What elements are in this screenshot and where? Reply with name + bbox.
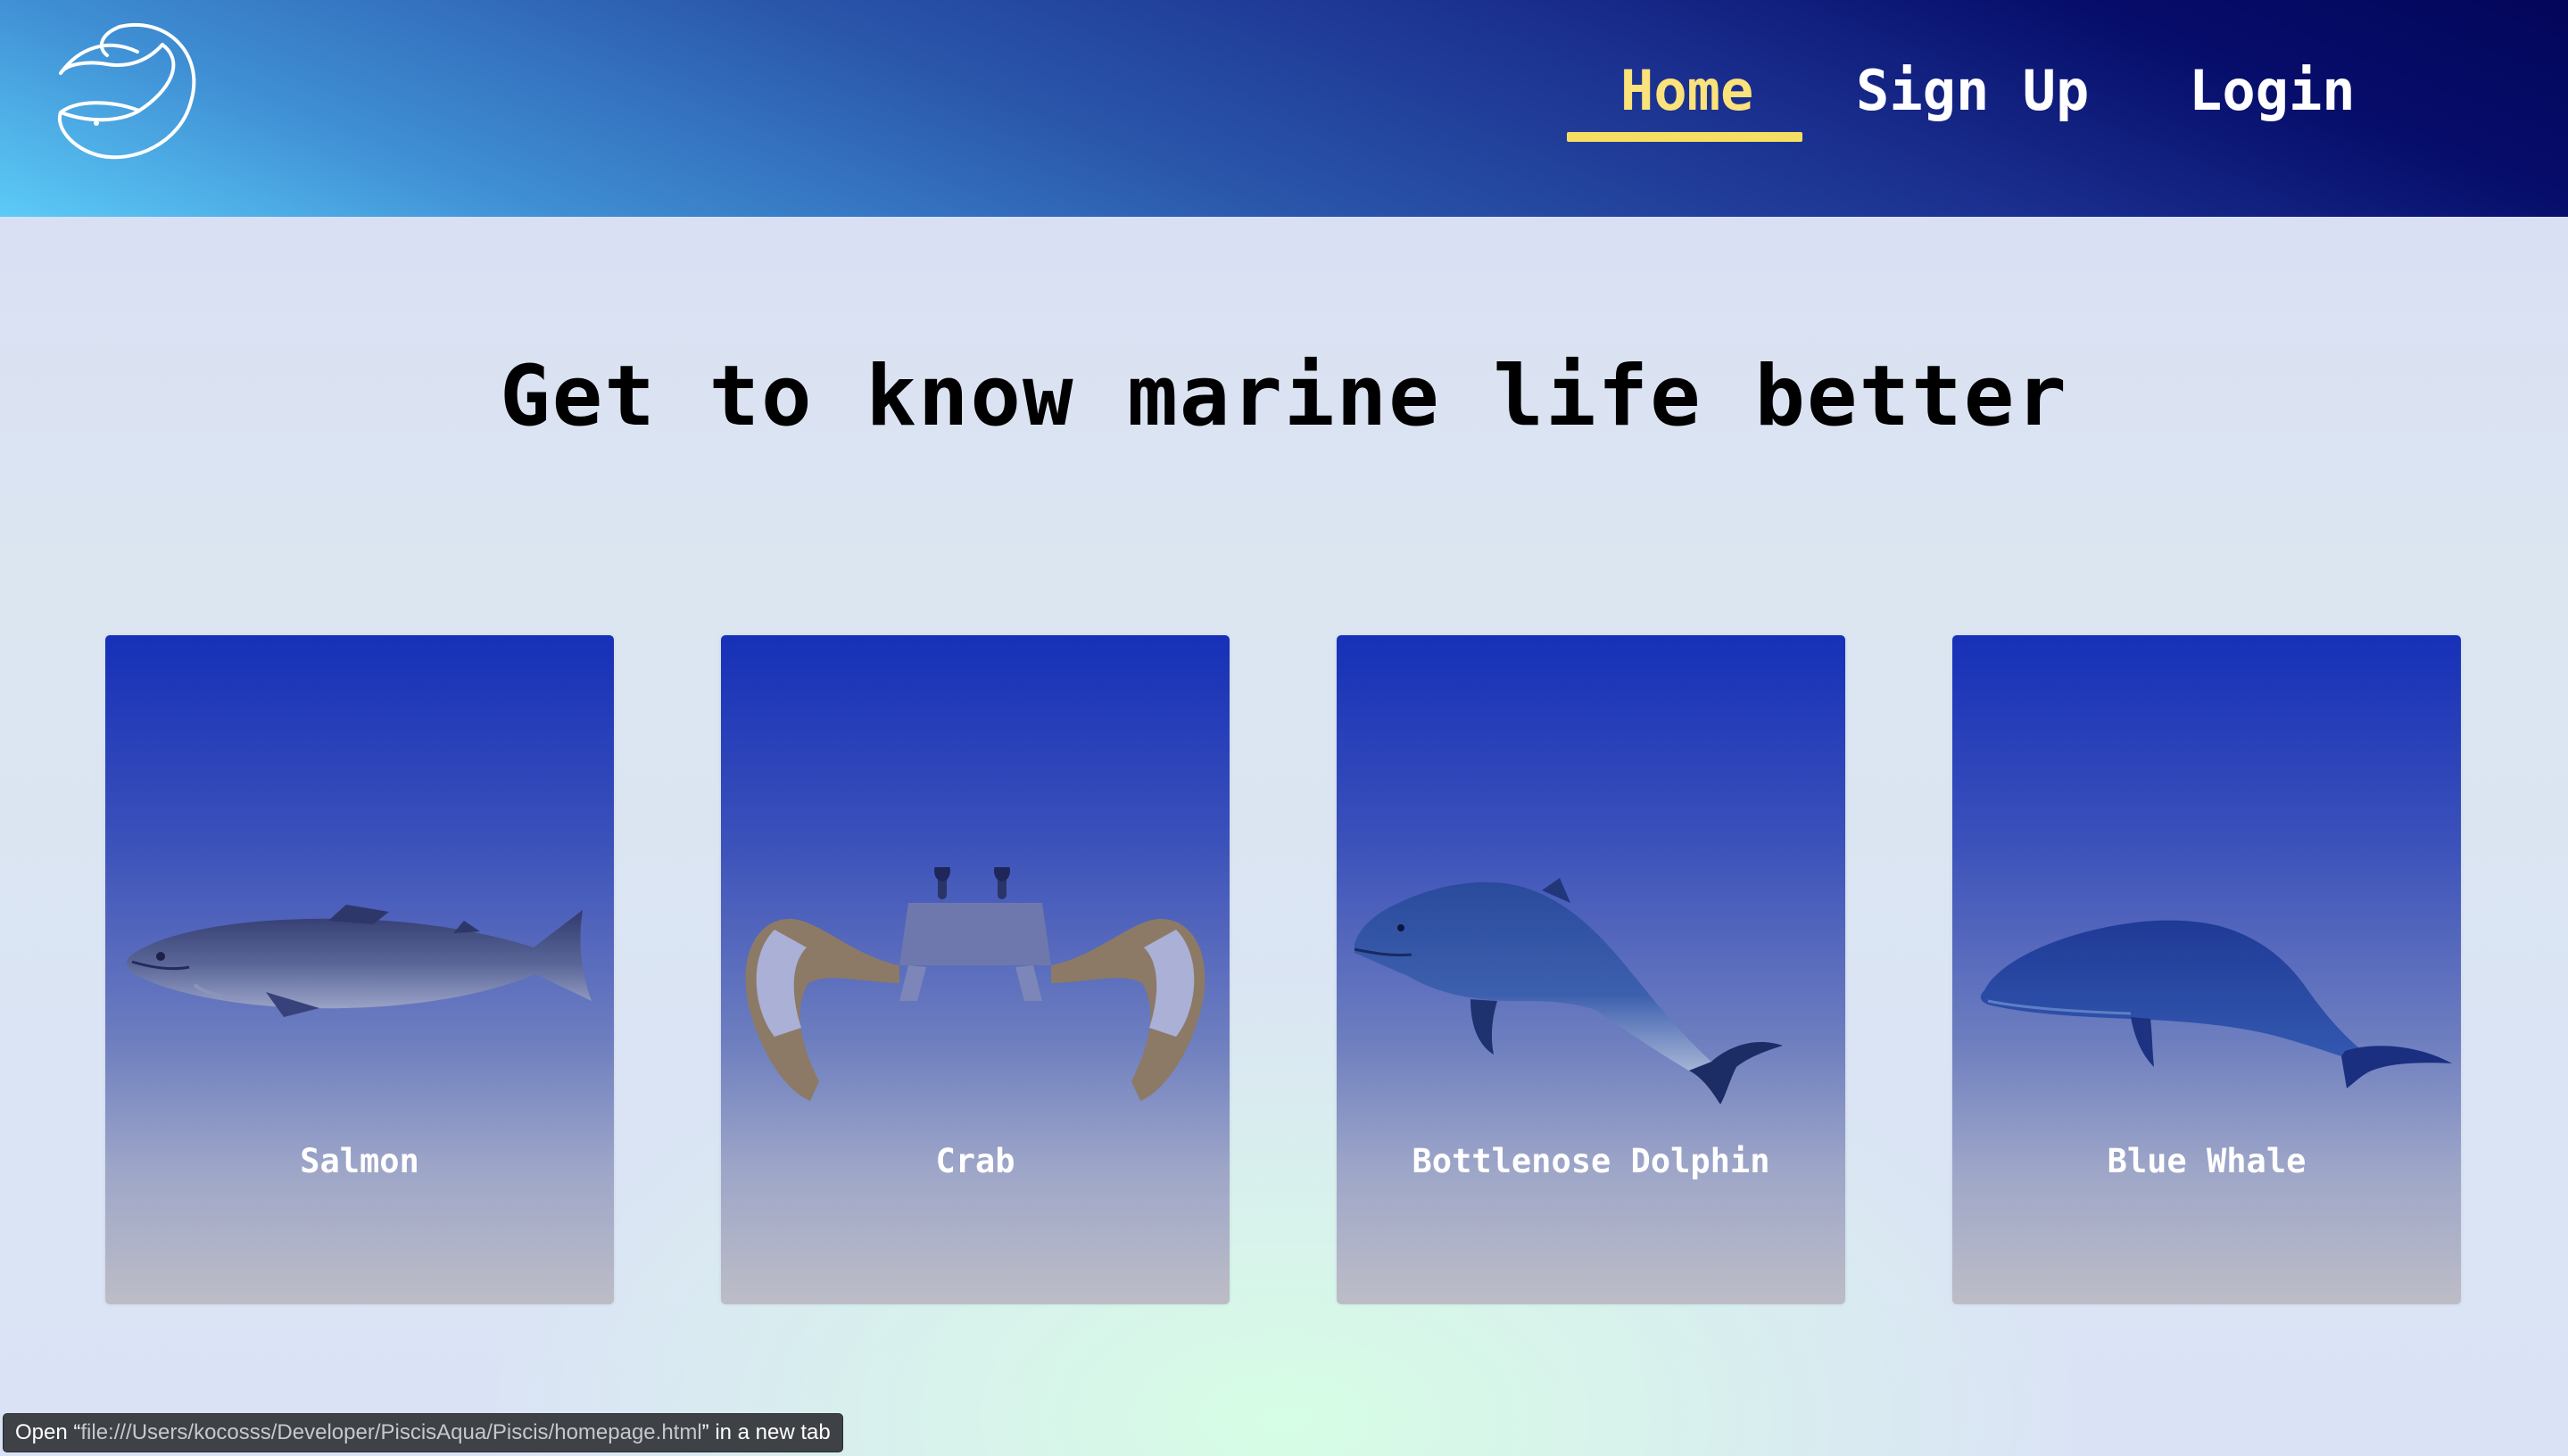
salmon-image	[127, 905, 592, 1017]
card-label: Salmon	[300, 1142, 419, 1180]
card-salmon[interactable]: Salmon	[105, 635, 614, 1304]
fish-logo-icon[interactable]	[54, 12, 196, 166]
blue-whale-image	[1980, 920, 2452, 1088]
card-label: Crab	[935, 1142, 1015, 1180]
card-crab[interactable]: Crab	[721, 635, 1230, 1304]
active-link-underline	[1567, 132, 1802, 142]
hero-title: Get to know marine life better	[500, 348, 2068, 445]
card-label: Bottlenose Dolphin	[1412, 1142, 1770, 1180]
status-prefix: Open “	[15, 1420, 81, 1444]
crab-image	[745, 867, 1205, 1101]
status-url: file:///Users/kocosss/Developer/PiscisAq…	[80, 1420, 702, 1444]
dolphin-image	[1354, 878, 1783, 1104]
card-label: Blue Whale	[2107, 1142, 2307, 1180]
navbar: Home Sign Up Login	[0, 0, 2568, 217]
card-bottlenose-dolphin[interactable]: Bottlenose Dolphin	[1337, 635, 1845, 1304]
nav-home-link[interactable]: Home	[1620, 55, 1753, 127]
nav-signup-link[interactable]: Sign Up	[1856, 55, 2089, 127]
status-suffix: ” in a new tab	[701, 1420, 831, 1444]
nav-login-link[interactable]: Login	[2189, 55, 2356, 127]
card-blue-whale[interactable]: Blue Whale	[1952, 635, 2461, 1304]
link-preview-status-bar: Open “file:///Users/kocosss/Developer/Pi…	[3, 1413, 843, 1452]
